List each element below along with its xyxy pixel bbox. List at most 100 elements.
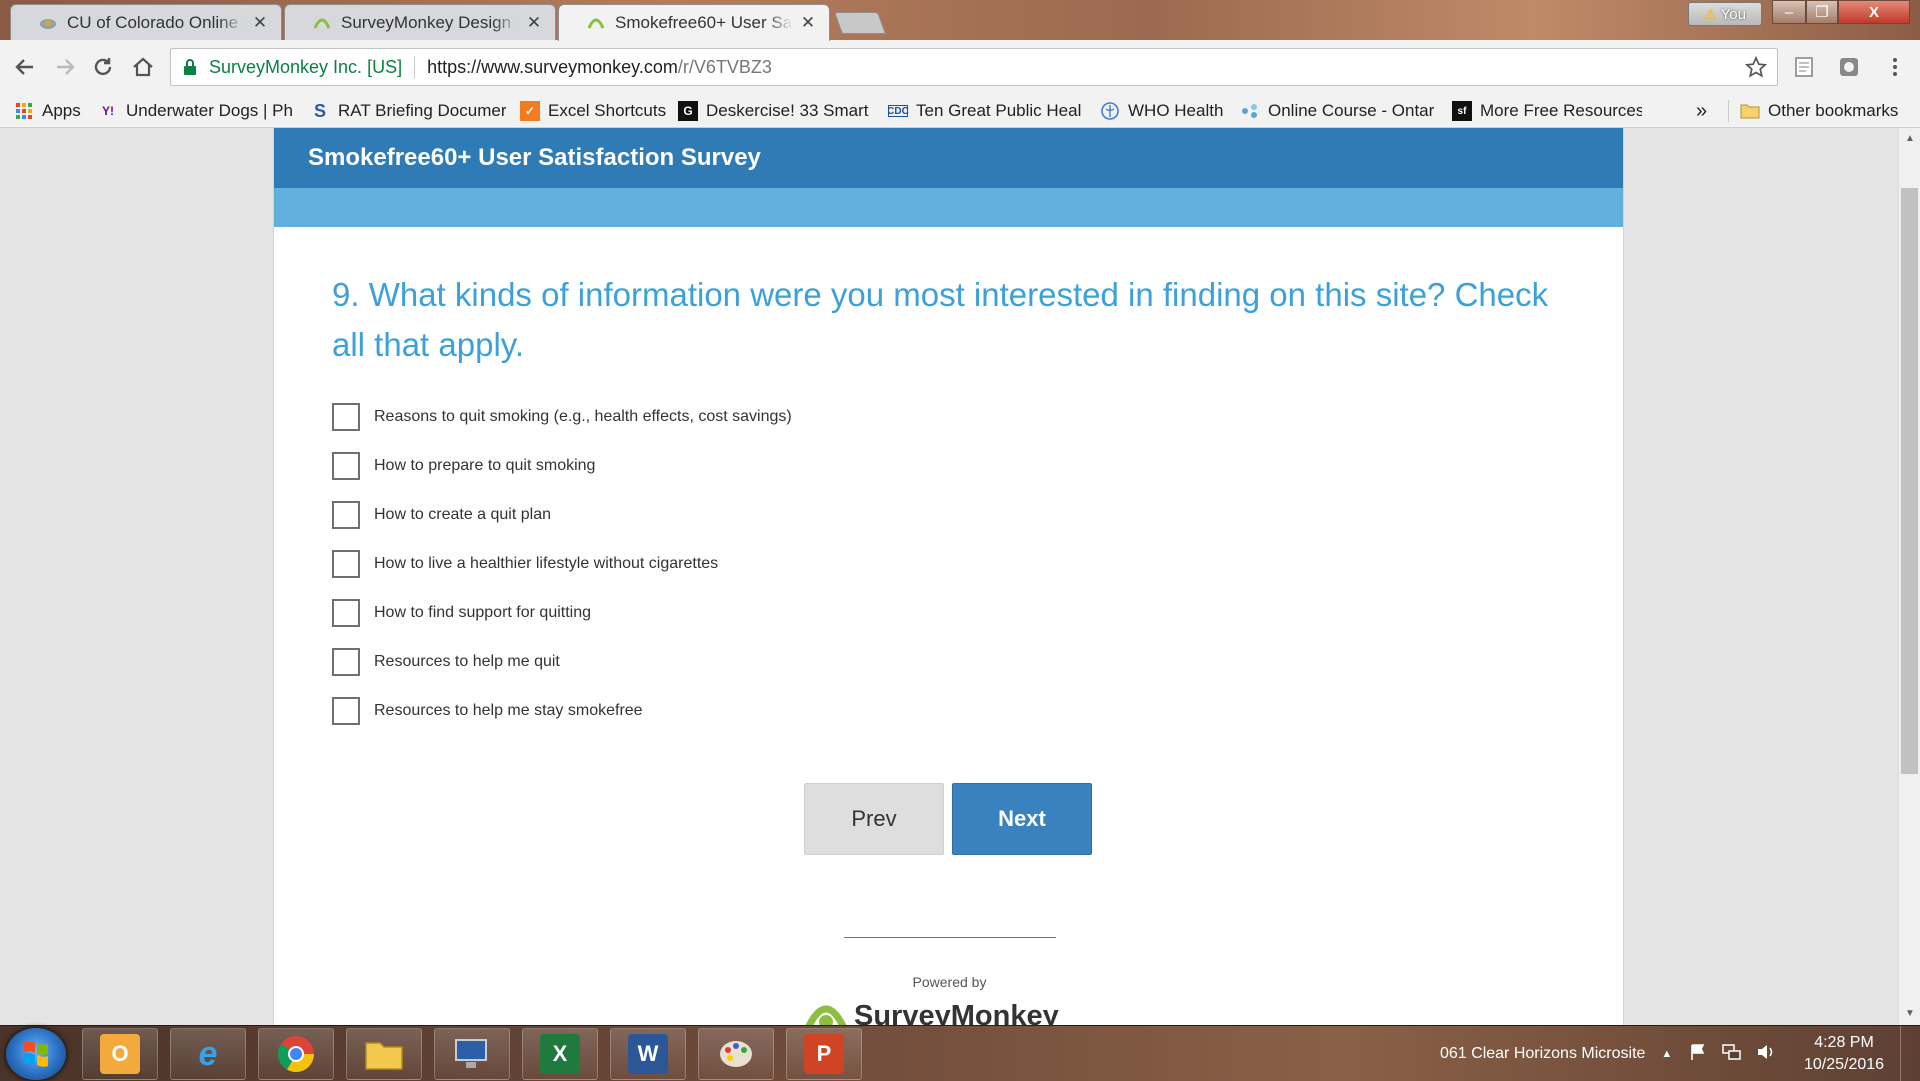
surveymonkey-logo[interactable]: SurveyMonkey bbox=[804, 996, 1059, 1025]
powered-by-text: Powered by bbox=[912, 974, 987, 990]
reload-button[interactable] bbox=[88, 52, 118, 82]
next-button[interactable]: Next bbox=[952, 783, 1092, 855]
close-tab-icon[interactable]: ✕ bbox=[525, 13, 543, 33]
checkbox[interactable] bbox=[332, 500, 360, 529]
bookmark-excel-shortcuts[interactable]: ✓ Excel Shortcuts bbox=[520, 99, 670, 123]
checkbox[interactable] bbox=[332, 549, 360, 578]
survey-title: Smokefree60+ User Satisfaction Survey bbox=[308, 144, 761, 171]
new-tab-button[interactable] bbox=[833, 12, 887, 34]
bookmarks-overflow-button[interactable]: » bbox=[1696, 99, 1707, 123]
taskbar-word[interactable]: W bbox=[610, 1028, 686, 1080]
bookmarks-bar: Apps Y! Underwater Dogs | Ph S RAT Brief… bbox=[0, 94, 1920, 128]
site-identity[interactable]: SurveyMonkey Inc. [US] bbox=[209, 57, 402, 78]
minimize-button[interactable]: – bbox=[1772, 0, 1806, 24]
document-s-icon: S bbox=[313, 100, 326, 121]
home-button[interactable] bbox=[128, 52, 158, 82]
option-label[interactable]: Reasons to quit smoking (e.g., health ef… bbox=[374, 408, 792, 426]
show-hidden-icons-icon[interactable]: ▲ bbox=[1661, 1048, 1672, 1060]
bookmark-who-health[interactable]: WHO Health bbox=[1100, 99, 1226, 123]
bookmark-more-free-resources[interactable]: sf More Free Resources bbox=[1452, 99, 1642, 123]
taskbar-internet-explorer[interactable]: e bbox=[170, 1028, 246, 1080]
volume-icon[interactable] bbox=[1756, 1043, 1776, 1066]
menu-kebab-icon[interactable] bbox=[1884, 56, 1906, 78]
bookmarks-divider bbox=[1728, 100, 1729, 122]
page-scrollbar[interactable]: ▲ ▼ bbox=[1898, 128, 1920, 1025]
reader-extension-icon[interactable] bbox=[1793, 56, 1815, 78]
taskbar-excel[interactable]: X bbox=[522, 1028, 598, 1080]
page-viewport: Smokefree60+ User Satisfaction Survey 9.… bbox=[0, 128, 1898, 1025]
forward-arrow-icon bbox=[57, 59, 75, 75]
tab-smokefree-survey[interactable]: Smokefree60+ User Satis ✕ bbox=[558, 4, 830, 41]
bookmark-underwater-dogs[interactable]: Y! Underwater Dogs | Ph bbox=[98, 99, 294, 123]
option-label[interactable]: How to create a quit plan bbox=[374, 506, 551, 524]
course-icon bbox=[1240, 101, 1260, 121]
scroll-thumb[interactable] bbox=[1901, 188, 1918, 774]
powerpoint-icon: P bbox=[804, 1034, 844, 1074]
tab-title: Smokefree60+ User Satis bbox=[615, 13, 793, 32]
taskbar-powerpoint[interactable]: P bbox=[786, 1028, 862, 1080]
answer-option[interactable]: Reasons to quit smoking (e.g., health ef… bbox=[332, 392, 792, 441]
survey-progress-band bbox=[274, 188, 1623, 227]
clock-date: 10/25/2016 bbox=[1803, 1056, 1885, 1073]
other-bookmarks-label: Other bookmarks bbox=[1768, 101, 1899, 120]
survey-container: Smokefree60+ User Satisfaction Survey 9.… bbox=[273, 128, 1624, 1025]
windows-taskbar: O e X W P 061 Clear Horizons Microsite ▲ bbox=[0, 1025, 1920, 1081]
checkbox[interactable] bbox=[332, 696, 360, 725]
survey-header: Smokefree60+ User Satisfaction Survey bbox=[274, 128, 1623, 188]
taskbar-file-explorer[interactable] bbox=[346, 1028, 422, 1080]
taskbar-chrome[interactable] bbox=[258, 1028, 334, 1080]
home-icon bbox=[133, 57, 153, 77]
prev-button[interactable]: Prev bbox=[804, 783, 944, 855]
url-text[interactable]: https://www.surveymonkey.com/r/V6TVBZ3 bbox=[427, 57, 772, 78]
extension-icon[interactable] bbox=[1838, 56, 1860, 78]
close-window-button[interactable]: X bbox=[1838, 0, 1910, 24]
back-button[interactable] bbox=[10, 52, 40, 82]
bookmark-public-health[interactable]: CDC Ten Great Public Heal bbox=[888, 99, 1084, 123]
answer-option[interactable]: Resources to help me stay smokefree bbox=[332, 686, 792, 735]
action-center-flag-icon[interactable] bbox=[1690, 1043, 1706, 1066]
other-bookmarks-folder[interactable]: Other bookmarks bbox=[1740, 99, 1898, 123]
option-label[interactable]: How to live a healthier lifestyle withou… bbox=[374, 555, 718, 573]
scroll-up-icon[interactable]: ▲ bbox=[1903, 132, 1917, 146]
start-button[interactable] bbox=[6, 1028, 66, 1080]
taskbar-outlook[interactable]: O bbox=[82, 1028, 158, 1080]
taskbar-paint[interactable] bbox=[698, 1028, 774, 1080]
bookmark-star-icon[interactable] bbox=[1744, 55, 1768, 78]
show-desktop-button[interactable] bbox=[1900, 1026, 1920, 1081]
checkbox[interactable] bbox=[332, 647, 360, 676]
cdc-icon: CDC bbox=[888, 105, 909, 117]
maximize-button[interactable]: ❐ bbox=[1806, 0, 1838, 24]
answer-option[interactable]: How to prepare to quit smoking bbox=[332, 441, 792, 490]
browser-toolbar: SurveyMonkey Inc. [US] https://www.surve… bbox=[0, 40, 1920, 94]
bookmark-rat-briefing[interactable]: S RAT Briefing Documer bbox=[310, 99, 506, 123]
system-clock[interactable]: 4:28 PM 10/25/2016 bbox=[1802, 1032, 1886, 1076]
tab-surveymonkey-design[interactable]: SurveyMonkey Design : S ✕ bbox=[284, 4, 556, 40]
deskercise-icon: G bbox=[678, 101, 698, 121]
checkbox[interactable] bbox=[332, 598, 360, 627]
bookmark-apps[interactable]: Apps bbox=[14, 99, 81, 123]
tray-toolbar-label[interactable]: 061 Clear Horizons Microsite bbox=[1440, 1045, 1645, 1063]
close-tab-icon[interactable]: ✕ bbox=[799, 13, 817, 33]
checkbox[interactable] bbox=[332, 451, 360, 480]
address-bar[interactable]: SurveyMonkey Inc. [US] https://www.surve… bbox=[170, 48, 1778, 86]
bookmark-online-course[interactable]: Online Course - Ontar bbox=[1240, 99, 1436, 123]
option-label[interactable]: Resources to help me stay smokefree bbox=[374, 702, 643, 720]
answer-option[interactable]: How to live a healthier lifestyle withou… bbox=[332, 539, 792, 588]
checkbox[interactable] bbox=[332, 402, 360, 431]
close-tab-icon[interactable]: ✕ bbox=[251, 13, 269, 33]
scroll-down-icon[interactable]: ▼ bbox=[1903, 1007, 1917, 1021]
forward-button[interactable] bbox=[50, 52, 80, 82]
windows-logo-icon bbox=[24, 1041, 48, 1067]
network-icon[interactable] bbox=[1722, 1043, 1742, 1066]
taskbar-remote-desktop[interactable] bbox=[434, 1028, 510, 1080]
profile-button[interactable]: ⚠ You bbox=[1688, 2, 1762, 26]
bookmark-deskercise[interactable]: G Deskercise! 33 Smart · bbox=[678, 99, 872, 123]
answer-option[interactable]: How to find support for quitting bbox=[332, 588, 792, 637]
folder-icon bbox=[1740, 101, 1760, 121]
tab-cu-colorado[interactable]: CU of Colorado Online B ✕ bbox=[10, 4, 282, 40]
answer-option[interactable]: How to create a quit plan bbox=[332, 490, 792, 539]
option-label[interactable]: How to find support for quitting bbox=[374, 604, 591, 622]
option-label[interactable]: Resources to help me quit bbox=[374, 653, 560, 671]
answer-option[interactable]: Resources to help me quit bbox=[332, 637, 792, 686]
option-label[interactable]: How to prepare to quit smoking bbox=[374, 457, 595, 475]
